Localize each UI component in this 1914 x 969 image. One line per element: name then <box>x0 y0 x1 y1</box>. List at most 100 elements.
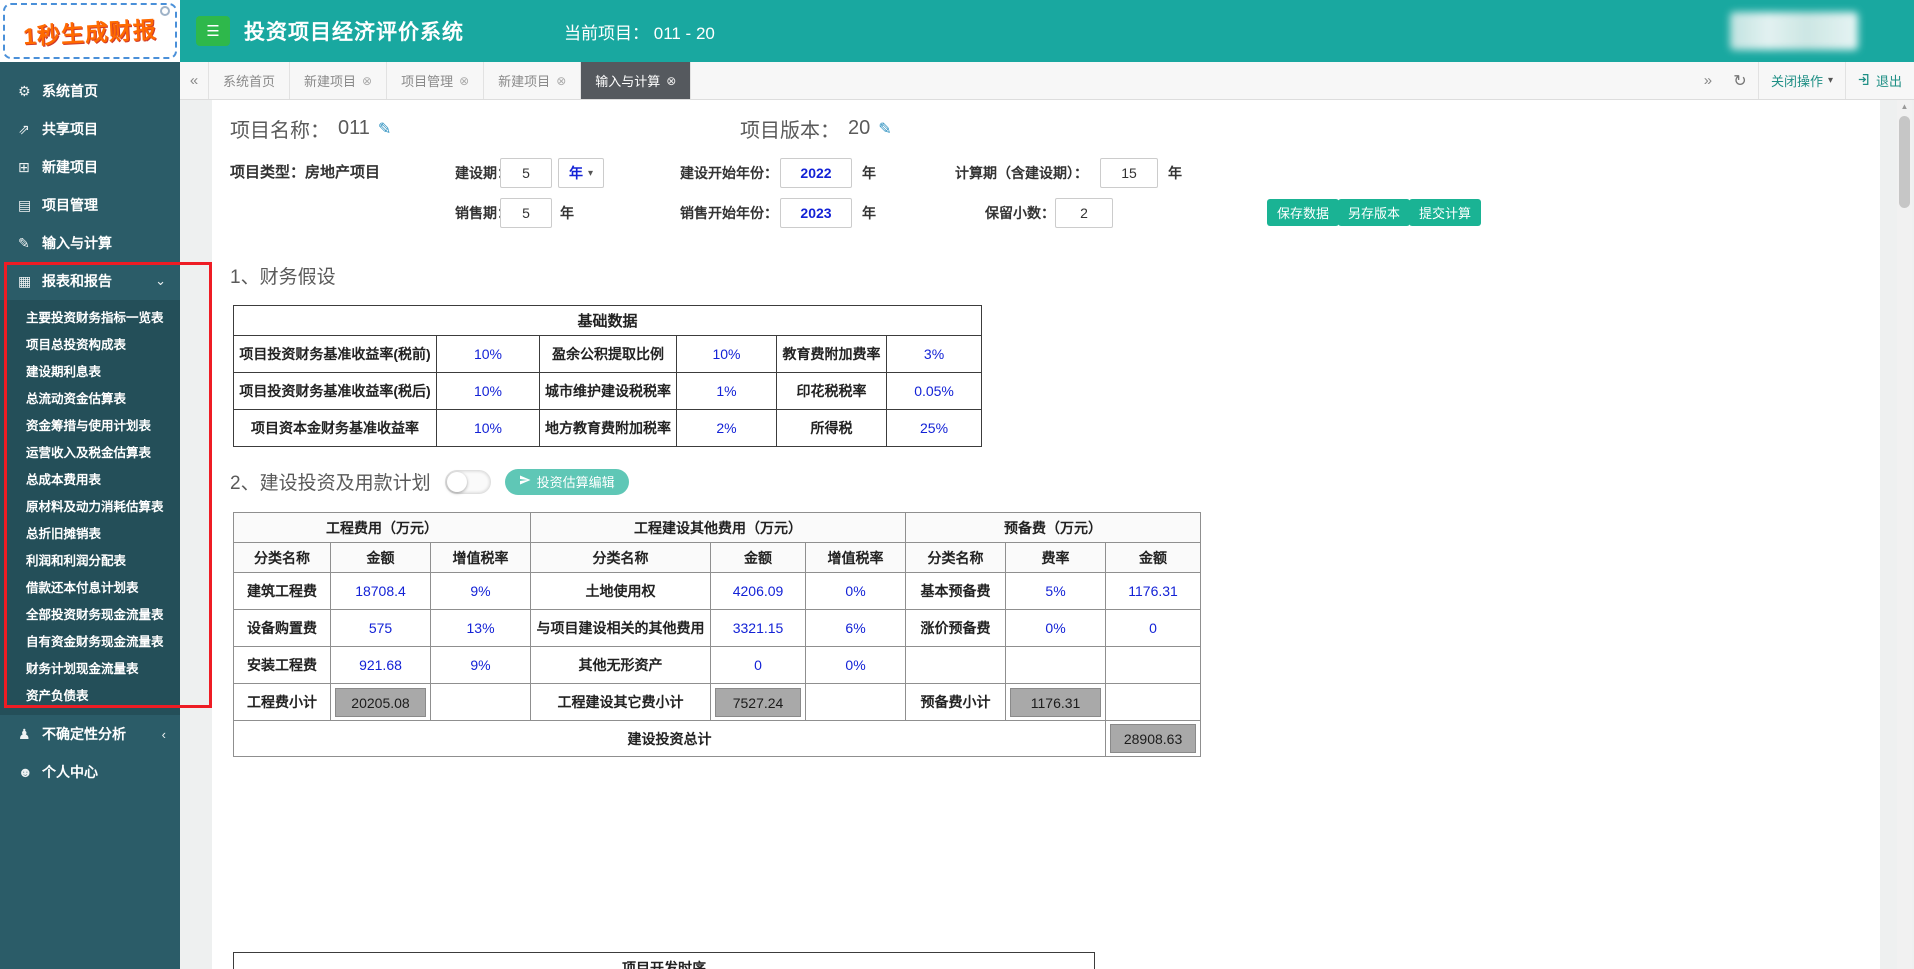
book-icon: ▤ <box>18 197 42 214</box>
group-other-costs: 工程建设其他费用（万元） <box>531 513 906 543</box>
sidebar-report-item[interactable]: 运营收入及税金估算表 <box>0 440 180 467</box>
table-row: 安装工程费 921.68 9% 其他无形资产 0 0% <box>234 647 1201 684</box>
logo-pin-icon <box>160 6 170 16</box>
build-period-input[interactable] <box>500 158 552 188</box>
column-header: 分类名称 <box>906 543 1006 573</box>
sidebar: ⚙ 系统首页 ⇗ 共享项目 ⊞ 新建项目 ▤ 项目管理 ✎ 输入与计算 ▦ 报表… <box>0 0 180 969</box>
cell-subtotal: 7527.24 <box>711 684 806 721</box>
sidebar-report-item[interactable]: 主要投资财务指标一览表 <box>0 305 180 332</box>
toggle-knob <box>447 472 467 492</box>
sidebar-report-item[interactable]: 原材料及动力消耗估算表 <box>0 494 180 521</box>
sale-period-input[interactable] <box>500 198 552 228</box>
investment-toggle[interactable] <box>445 470 491 494</box>
sidebar-report-item[interactable]: 项目总投资构成表 <box>0 332 180 359</box>
year-unit-text: 年 <box>560 198 574 228</box>
column-header: 增值税率 <box>431 543 531 573</box>
sidebar-report-item[interactable]: 利润和利润分配表 <box>0 548 180 575</box>
cell-label: 工程费小计 <box>234 684 331 721</box>
edit-name-icon[interactable]: ✎ <box>378 119 391 139</box>
sidebar-item-shared-projects[interactable]: ⇗ 共享项目 <box>0 110 180 148</box>
cell-value: 921.68 <box>331 647 431 684</box>
caret-down-icon: ▾ <box>1828 75 1833 86</box>
cell-empty <box>431 684 531 721</box>
sidebar-item-input-calc[interactable]: ✎ 输入与计算 <box>0 224 180 262</box>
investment-estimate-edit-button[interactable]: 投资估算编辑 <box>505 469 629 495</box>
tab-input-calc[interactable]: 输入与计算 ⊗ <box>581 62 691 99</box>
user-info-blurred[interactable] <box>1730 12 1858 50</box>
submit-calc-button[interactable]: 提交计算 <box>1409 199 1481 226</box>
cell-label: 项目投资财务基准收益率(税后) <box>234 373 437 410</box>
user-icon: ☻ <box>18 764 42 780</box>
cell-label: 盈余公积提取比例 <box>540 336 677 373</box>
gears-icon: ⚙ <box>18 83 42 100</box>
tab-project-management[interactable]: 项目管理 ⊗ <box>387 62 484 99</box>
sidebar-report-item[interactable]: 自有资金财务现金流量表 <box>0 629 180 656</box>
year-unit-select[interactable]: 年▾ <box>558 158 604 188</box>
sidebar-report-item[interactable]: 财务计划现金流量表 <box>0 656 180 683</box>
sidebar-report-item[interactable]: 全部投资财务现金流量表 <box>0 602 180 629</box>
sidebar-item-new-project[interactable]: ⊞ 新建项目 <box>0 148 180 186</box>
cell-value: 6% <box>806 610 906 647</box>
build-start-input[interactable] <box>780 158 852 188</box>
sale-start-input[interactable] <box>780 198 852 228</box>
tabs-scroll-left-icon[interactable]: « <box>180 62 208 99</box>
caret-down-icon: ▾ <box>588 168 593 179</box>
cell-value: 10% <box>437 410 540 447</box>
sidebar-item-label: 不确定性分析 <box>42 724 126 744</box>
hamburger-icon: ☰ <box>206 23 219 40</box>
tab-close-icon[interactable]: ⊗ <box>666 74 676 88</box>
cell-value: 0% <box>1006 610 1106 647</box>
sidebar-item-system-home[interactable]: ⚙ 系统首页 <box>0 72 180 110</box>
sidebar-item-personal-center[interactable]: ☻ 个人中心 <box>0 753 180 791</box>
build-start-label: 建设开始年份： <box>680 158 778 188</box>
tabs-scroll-right-icon[interactable]: » <box>1694 62 1722 99</box>
share-icon: ⇗ <box>18 121 42 138</box>
column-header: 金额 <box>331 543 431 573</box>
construction-investment-table: 工程费用（万元） 工程建设其他费用（万元） 预备费（万元） 分类名称 金额 增值… <box>233 512 1201 757</box>
cell-value: 3321.15 <box>711 610 806 647</box>
exit-button[interactable]: 退出 <box>1845 62 1914 99</box>
sidebar-item-uncertainty-analysis[interactable]: ♟ 不确定性分析 ‹ <box>0 715 180 753</box>
scrollbar-thumb[interactable] <box>1899 116 1910 208</box>
group-header-row: 工程费用（万元） 工程建设其他费用（万元） 预备费（万元） <box>234 513 1201 543</box>
cell-label: 基本预备费 <box>906 573 1006 610</box>
cell-value: 3% <box>887 336 982 373</box>
paper-plane-icon <box>519 474 531 489</box>
investment-estimate-edit-label: 投资估算编辑 <box>537 472 615 491</box>
sidebar-item-reports[interactable]: ▦ 报表和报告 ⌄ <box>0 262 180 300</box>
scroll-up-icon[interactable]: ▲ <box>1897 102 1912 111</box>
save-data-button[interactable]: 保存数据 <box>1267 199 1339 226</box>
tab-close-icon[interactable]: ⊗ <box>459 74 469 88</box>
save-as-version-button[interactable]: 另存版本 <box>1338 199 1410 226</box>
sidebar-report-item[interactable]: 总成本费用表 <box>0 467 180 494</box>
edit-version-icon[interactable]: ✎ <box>878 119 891 139</box>
close-operations-dropdown[interactable]: 关闭操作 ▾ <box>1758 62 1845 99</box>
reports-submenu: 主要投资财务指标一览表 项目总投资构成表 建设期利息表 总流动资金估算表 资金筹… <box>0 300 180 715</box>
cell-value: 9% <box>431 573 531 610</box>
tab-close-icon[interactable]: ⊗ <box>362 74 372 88</box>
sidebar-report-item[interactable]: 借款还本付息计划表 <box>0 575 180 602</box>
calc-period-input[interactable] <box>1100 158 1158 188</box>
plus-square-icon: ⊞ <box>18 159 42 176</box>
sidebar-report-item[interactable]: 建设期利息表 <box>0 359 180 386</box>
tab-system-home[interactable]: 系统首页 <box>208 62 290 99</box>
sidebar-report-item[interactable]: 资产负债表 <box>0 683 180 710</box>
logo-text: 1秒生成财报 <box>22 11 157 52</box>
hamburger-menu-button[interactable]: ☰ <box>196 16 230 46</box>
decimals-input[interactable] <box>1055 198 1113 228</box>
cell-value: 0% <box>806 573 906 610</box>
sidebar-report-item[interactable]: 总折旧摊销表 <box>0 521 180 548</box>
cell-label: 地方教育费附加税率 <box>540 410 677 447</box>
sidebar-item-label: 项目管理 <box>42 195 98 215</box>
tab-new-project-1[interactable]: 新建项目 ⊗ <box>290 62 387 99</box>
sidebar-report-item[interactable]: 资金筹措与使用计划表 <box>0 413 180 440</box>
project-type-text: 项目类型：房地产项目 <box>230 158 380 188</box>
cell-label: 安装工程费 <box>234 647 331 684</box>
sidebar-item-project-management[interactable]: ▤ 项目管理 <box>0 186 180 224</box>
sidebar-report-item[interactable]: 总流动资金估算表 <box>0 386 180 413</box>
tab-label: 新建项目 <box>304 71 356 90</box>
tab-new-project-2[interactable]: 新建项目 ⊗ <box>484 62 581 99</box>
refresh-icon[interactable]: ↻ <box>1722 62 1758 99</box>
column-header: 分类名称 <box>234 543 331 573</box>
tab-close-icon[interactable]: ⊗ <box>556 74 566 88</box>
